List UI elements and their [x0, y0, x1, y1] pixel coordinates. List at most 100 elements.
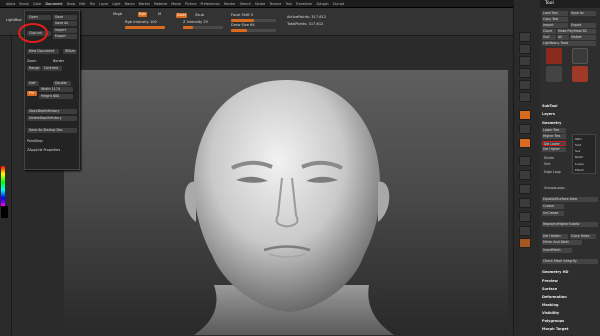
- del-lower-button[interactable]: Del Lower: [542, 141, 566, 146]
- morph-target-section[interactable]: Morph Target: [542, 327, 568, 331]
- open-button[interactable]: Open: [27, 15, 51, 20]
- menu-light[interactable]: Light: [112, 2, 120, 6]
- menu-transform[interactable]: Transform: [296, 2, 312, 6]
- preview-section[interactable]: Preview: [542, 279, 558, 283]
- check-mesh-button[interactable]: Check Mesh Integrity: [542, 259, 598, 264]
- z-intensity-slider[interactable]: [183, 26, 223, 29]
- persp-icon[interactable]: [519, 110, 531, 120]
- tool-thumbnail-3[interactable]: [546, 66, 562, 82]
- mirror-weld-button[interactable]: Mirror And Weld: [542, 240, 582, 245]
- popup-sdiv[interactable]: SDiv: [575, 137, 582, 141]
- menu-material[interactable]: Material: [154, 2, 167, 6]
- popup-loops[interactable]: Loops: [575, 162, 584, 166]
- menu-marker[interactable]: Marker: [139, 2, 150, 6]
- menu-stroke[interactable]: Stroke: [255, 2, 266, 6]
- floor-icon[interactable]: [519, 124, 531, 134]
- solo-icon[interactable]: [519, 238, 531, 248]
- menu-zscript[interactable]: Zscript: [333, 2, 344, 6]
- frame-icon[interactable]: [519, 156, 531, 166]
- rgb-button[interactable]: Rgb: [138, 12, 147, 17]
- del-higher-button[interactable]: Del Higher: [542, 147, 566, 152]
- color-picker-strip[interactable]: [1, 166, 5, 206]
- delete-depth-history-button[interactable]: DeleteDepthHistory: [27, 116, 77, 121]
- higher-res-button[interactable]: Higher Res: [542, 134, 566, 139]
- tool-palette-header[interactable]: Tool: [540, 0, 600, 8]
- wsize-button[interactable]: WSize: [63, 49, 77, 54]
- menu-draw[interactable]: Draw: [67, 2, 76, 6]
- menu-layer[interactable]: Layer: [99, 2, 108, 6]
- load-tool-button[interactable]: Load Tool: [542, 11, 568, 16]
- m-button[interactable]: M: [158, 12, 161, 16]
- subtool-section[interactable]: SubTool: [542, 104, 557, 108]
- geometry-hd-section[interactable]: Geometry HD: [542, 270, 568, 274]
- bpr-icon[interactable]: [519, 32, 531, 42]
- deformation-section[interactable]: Deformation: [542, 295, 567, 299]
- uncrease-button[interactable]: UnCrease: [542, 211, 564, 216]
- edge-loop-button[interactable]: Edge Loop: [544, 170, 561, 174]
- divide-button[interactable]: Divide: [544, 156, 554, 160]
- contrast-button[interactable]: Contrast: [42, 66, 62, 71]
- zoom-icon[interactable]: [519, 68, 531, 78]
- menu-movie[interactable]: Movie: [171, 2, 181, 6]
- pro-toggle[interactable]: Pro: [27, 91, 37, 96]
- new-document-button[interactable]: New Document: [27, 49, 59, 54]
- zadd-button[interactable]: Zadd: [176, 13, 187, 18]
- move-icon[interactable]: [519, 170, 531, 180]
- aahalf-icon[interactable]: [519, 92, 531, 102]
- draw-size-slider[interactable]: [231, 29, 276, 32]
- height-slider[interactable]: Height 800: [39, 94, 73, 99]
- menu-brush[interactable]: Brush: [19, 2, 29, 6]
- tool-thumbnail-head[interactable]: [546, 48, 562, 64]
- menu-color[interactable]: Color: [33, 2, 42, 6]
- focal-shift-slider[interactable]: [231, 19, 276, 22]
- half-button[interactable]: Half: [27, 81, 39, 86]
- popup-suv[interactable]: Suv: [575, 149, 581, 153]
- rotate-icon[interactable]: [519, 198, 531, 208]
- masking-section[interactable]: Masking: [542, 303, 558, 307]
- geometry-section[interactable]: Geometry: [542, 121, 561, 125]
- menu-picture[interactable]: Picture: [185, 2, 196, 6]
- goz-button[interactable]: GoZ: [542, 35, 556, 40]
- visibility-section[interactable]: Visibility: [542, 311, 559, 315]
- lightbox-tools-button[interactable]: Lightbox ▸ Tools: [542, 41, 596, 46]
- spix-icon[interactable]: [519, 44, 531, 54]
- clone-button[interactable]: Clone: [542, 29, 556, 34]
- popup-reuv[interactable]: ReUV: [575, 155, 583, 159]
- menu-macro[interactable]: Macro: [125, 2, 135, 6]
- main-color-swatch[interactable]: [1, 206, 8, 218]
- polyf-icon[interactable]: [519, 212, 531, 222]
- lower-res-button[interactable]: Lower Res: [542, 128, 566, 133]
- surface-section[interactable]: Surface: [542, 287, 557, 291]
- import-button[interactable]: Import: [53, 28, 77, 33]
- scale-icon[interactable]: [519, 184, 531, 194]
- groups-loops-button[interactable]: GroupsLoops: [544, 186, 565, 190]
- menu-zplugin[interactable]: Zplugin: [316, 2, 328, 6]
- local-icon[interactable]: [519, 138, 531, 148]
- equalize-surface-button[interactable]: EqualizeSurface Area: [542, 197, 598, 202]
- make-polymesh-button[interactable]: Make PolyMesh3D: [557, 29, 596, 34]
- menu-file[interactable]: File: [90, 2, 96, 6]
- tool-thumbnail-4[interactable]: [572, 66, 588, 82]
- zsub-button[interactable]: Zsub: [195, 13, 204, 17]
- paintstop-label[interactable]: PaintStop: [27, 139, 43, 143]
- menu-preferences[interactable]: Preferences: [200, 2, 219, 6]
- transp-icon[interactable]: [519, 226, 531, 236]
- menu-render[interactable]: Render: [224, 2, 236, 6]
- del-hidden-button[interactable]: Del Hidden: [542, 234, 568, 239]
- export-tool-button[interactable]: Export: [570, 23, 596, 28]
- menu-edit[interactable]: Edit: [79, 2, 85, 6]
- goz-visible-button[interactable]: Visible: [570, 35, 596, 40]
- menu-alpha[interactable]: Alpha: [6, 2, 15, 6]
- double-button[interactable]: Double: [53, 81, 71, 86]
- mrgb-button[interactable]: Mrgb: [113, 12, 122, 16]
- rgb-intensity-slider[interactable]: [125, 26, 165, 29]
- range-button[interactable]: Range: [27, 66, 41, 71]
- tool-thumbnail-brush[interactable]: [572, 48, 588, 64]
- reproject-button[interactable]: ReprojectHigherSubdiv: [542, 222, 598, 227]
- save-as-tool-button[interactable]: Save As: [570, 11, 596, 16]
- actual-icon[interactable]: [519, 80, 531, 90]
- import-tool-button[interactable]: Import: [542, 23, 568, 28]
- export-button[interactable]: Export: [53, 34, 77, 39]
- menu-stencil[interactable]: Stencil: [240, 2, 251, 6]
- close-holes-button[interactable]: Close Holes: [570, 234, 596, 239]
